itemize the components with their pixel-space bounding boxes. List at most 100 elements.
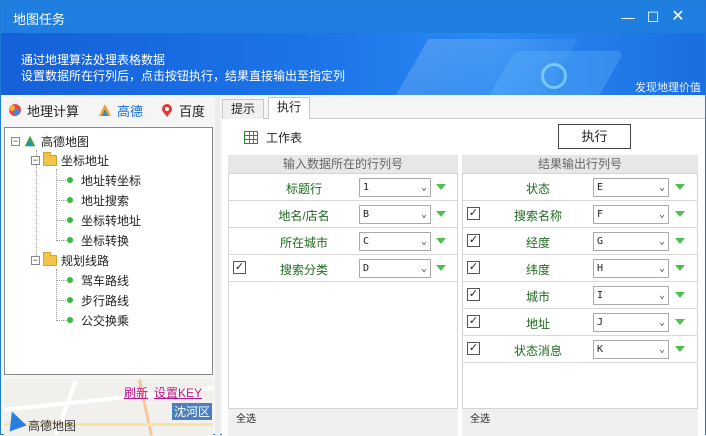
chevron-down-icon: ⌄ [658, 236, 665, 247]
tree-item-label: 驾车路线 [81, 273, 130, 288]
dropdown-arrow-icon[interactable] [675, 238, 685, 244]
tree-item[interactable]: 坐标转换 [67, 231, 129, 249]
tree-item[interactable]: 步行路线 [67, 291, 129, 309]
chevron-down-icon: ⌄ [658, 182, 665, 193]
close-button[interactable]: ✕ [667, 7, 689, 27]
column-select[interactable]: H ⌄ [593, 259, 669, 278]
tab-gaode[interactable]: 高德 [97, 101, 143, 119]
dropdown-arrow-icon[interactable] [436, 238, 446, 244]
dropdown-arrow-icon[interactable] [675, 319, 685, 325]
minimize-button[interactable]: — [617, 7, 639, 27]
execute-panel: 工作表 执行 输入数据所在的行列号 结果输出行列号 标题行 1 ⌄ 地名/店名 B ⌄ 所在… [222, 119, 705, 436]
tree-root-label: 高德地图 [41, 134, 90, 149]
tree-group-coordinates[interactable]: − 坐标地址 [31, 151, 109, 169]
chevron-down-icon: ⌄ [658, 209, 665, 220]
tree-connector [56, 300, 66, 301]
row-checkbox[interactable]: ✓ [467, 315, 480, 328]
map-preview[interactable]: 刷新 设置KEY 沈河区 高德地图 [4, 379, 213, 436]
output-row: ✓ 纬度 H ⌄ [463, 255, 697, 282]
tree-connector [56, 240, 66, 241]
row-checkbox[interactable]: ✓ [467, 207, 480, 220]
column-select[interactable]: D ⌄ [359, 259, 431, 278]
column-select-value: K [597, 344, 604, 355]
column-select[interactable]: I ⌄ [593, 286, 669, 305]
chevron-down-icon: ⌄ [658, 317, 665, 328]
column-select-value: I [597, 290, 604, 301]
set-key-link[interactable]: 设置KEY [154, 386, 202, 400]
dropdown-arrow-icon[interactable] [675, 265, 685, 271]
row-label: 标题行 [285, 182, 322, 196]
column-select[interactable]: F ⌄ [593, 205, 669, 224]
refresh-link[interactable]: 刷新 [124, 386, 148, 400]
row-checkbox[interactable]: ✓ [467, 288, 480, 301]
row-label: 状态消息 [513, 344, 562, 358]
chevron-down-icon: ⌄ [658, 290, 665, 301]
worksheet-icon [244, 131, 258, 144]
banner-line-2: 设置数据所在行列后，点击按钮执行，结果直接输出至指定列 [21, 69, 346, 83]
input-column-list: 标题行 1 ⌄ 地名/店名 B ⌄ 所在城市 C ⌄ ✓ 搜索分类 D ⌄ [228, 173, 458, 409]
tree-item-label: 坐标转地址 [81, 213, 142, 228]
output-row: ✓ 经度 G ⌄ [463, 228, 697, 255]
bullet-icon [67, 297, 73, 303]
output-row: ✓ 搜索名称 F ⌄ [463, 201, 697, 228]
tab-baidu[interactable]: 百度 [159, 101, 205, 119]
row-label: 状态 [525, 182, 550, 196]
tree-connector [56, 269, 57, 319]
tree-group-routes[interactable]: − 规划线路 [31, 251, 109, 269]
chevron-down-icon: ⌄ [420, 263, 427, 274]
column-select-value: 1 [363, 182, 370, 193]
column-select-value: E [597, 182, 604, 193]
tree-item[interactable]: 坐标转地址 [67, 211, 141, 229]
tree-item[interactable]: 驾车路线 [67, 271, 129, 289]
chevron-down-icon: ⌄ [658, 344, 665, 355]
dropdown-arrow-icon[interactable] [675, 184, 685, 190]
dropdown-arrow-icon[interactable] [675, 346, 685, 352]
column-select[interactable]: G ⌄ [593, 232, 669, 251]
tree-item[interactable]: 公交换乘 [67, 311, 129, 329]
chevron-down-icon: ⌄ [658, 263, 665, 274]
collapse-icon[interactable]: − [31, 155, 40, 165]
dropdown-arrow-icon[interactable] [436, 211, 446, 217]
banner-decoration [541, 63, 567, 89]
worksheet-label: 工作表 [266, 131, 303, 145]
row-checkbox[interactable]: ✓ [467, 261, 480, 274]
row-checkbox[interactable]: ✓ [233, 261, 246, 274]
tab-bar: 提示 执行 [222, 97, 705, 120]
output-row: ✓ 地址 J ⌄ [463, 309, 697, 336]
collapse-icon[interactable]: − [11, 136, 20, 146]
column-select[interactable]: J ⌄ [593, 313, 669, 332]
folder-icon [43, 251, 57, 266]
dropdown-arrow-icon[interactable] [675, 211, 685, 217]
tree-item[interactable]: 地址搜索 [67, 191, 129, 209]
function-tree: − 高德地图 − 坐标地址 地址转坐标 地址搜索 坐标转地址 坐标转换 − 规划… [4, 127, 213, 375]
column-select-value: B [363, 209, 370, 220]
maximize-button[interactable]: ☐ [642, 7, 664, 27]
bullet-icon [67, 237, 73, 243]
input-header: 输入数据所在的行列号 [228, 155, 458, 173]
column-select[interactable]: B ⌄ [359, 205, 431, 224]
row-checkbox[interactable]: ✓ [467, 342, 480, 355]
column-select[interactable]: C ⌄ [359, 232, 431, 251]
panel-splitter[interactable] [215, 97, 220, 436]
tree-item[interactable]: 地址转坐标 [67, 171, 141, 189]
dropdown-arrow-icon[interactable] [436, 265, 446, 271]
select-all-inputs[interactable]: 全选 [228, 409, 458, 436]
execute-button[interactable]: 执行 [558, 124, 631, 149]
column-select[interactable]: K ⌄ [593, 340, 669, 359]
dropdown-arrow-icon[interactable] [436, 184, 446, 190]
globe-icon [7, 102, 23, 118]
select-all-outputs[interactable]: 全选 [462, 409, 698, 436]
worksheet-selector[interactable]: 工作表 [244, 129, 302, 146]
tree-item-label: 地址转坐标 [81, 173, 142, 188]
row-checkbox[interactable]: ✓ [467, 234, 480, 247]
column-select[interactable]: E ⌄ [593, 178, 669, 197]
dropdown-arrow-icon[interactable] [675, 292, 685, 298]
tree-root[interactable]: − 高德地图 [11, 132, 89, 150]
tab-execute[interactable]: 执行 [268, 97, 311, 120]
location-arrow-icon [4, 408, 27, 432]
column-select[interactable]: 1 ⌄ [359, 178, 431, 197]
collapse-icon[interactable]: − [31, 255, 40, 265]
output-row: ✓ 城市 I ⌄ [463, 282, 697, 309]
tab-tips[interactable]: 提示 [222, 99, 265, 119]
tab-geo-compute[interactable]: 地理计算 [7, 101, 79, 119]
